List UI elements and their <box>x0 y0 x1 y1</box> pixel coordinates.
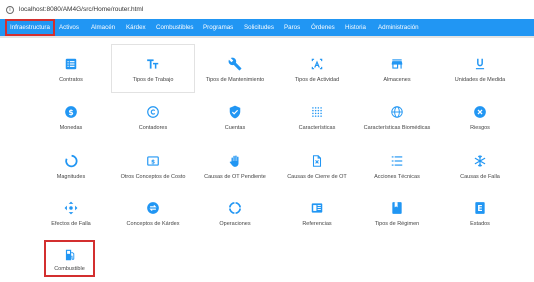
nav-item-solicitudes[interactable]: Solicitudes <box>244 19 274 36</box>
tile-causas-de-ot-pendiente[interactable]: Causas de OT Pendiente <box>193 150 277 190</box>
store-icon <box>355 56 439 72</box>
dots-grid-icon <box>275 104 359 120</box>
cancel-circle-icon <box>438 104 522 120</box>
svg-text:$: $ <box>68 108 73 117</box>
tile-causas-de-cierre-de-ot[interactable]: Causas de Cierre de OT <box>275 150 359 190</box>
svg-text:E: E <box>477 204 482 213</box>
address-bar[interactable]: i localhost:8080/AM4G/src/Home/router.ht… <box>0 0 534 19</box>
document-x-icon <box>275 153 359 169</box>
tile-magnitudes[interactable]: Magnitudes <box>29 150 113 190</box>
navbar-divider <box>0 36 534 38</box>
tile-monedas[interactable]: $ Monedas <box>29 101 113 141</box>
copyright-c-icon <box>111 104 195 120</box>
tile-contratos[interactable]: Contratos <box>29 53 113 93</box>
tile-combustible[interactable]: Combustible <box>44 240 95 277</box>
nav-item-administracion[interactable]: Administración <box>378 19 419 36</box>
tile-caracteristicas[interactable]: Características <box>275 101 359 141</box>
globe-icon <box>355 104 439 120</box>
tile-conceptos-de-kardex[interactable]: Conceptos de Kárdex <box>111 197 195 237</box>
book-open-icon <box>275 200 359 216</box>
wrench-icon <box>193 56 277 72</box>
text-format-icon <box>112 56 194 72</box>
tile-tipos-de-regimen[interactable]: Tipos de Régimen <box>355 197 439 237</box>
url-text[interactable]: localhost:8080/AM4G/src/Home/router.html <box>19 6 143 13</box>
nav-item-combustibles[interactable]: Combustibles <box>156 19 194 36</box>
swap-circle-icon <box>111 200 195 216</box>
progress-circle-icon <box>29 153 113 169</box>
letter-a-frame-icon <box>275 56 359 72</box>
tile-label: Causas de Falla <box>460 174 500 180</box>
bookmark-box-icon <box>355 200 439 216</box>
underline-u-icon <box>438 56 522 72</box>
nav-item-infraestructura[interactable]: Infraestructura <box>5 19 55 36</box>
tile-label: Riesgos <box>470 125 490 131</box>
nav-item-historia[interactable]: Historia <box>345 19 366 36</box>
tile-riesgos[interactable]: Riesgos <box>438 101 522 141</box>
tile-causas-de-falla[interactable]: Causas de Falla <box>438 150 522 190</box>
tile-acciones-tecnicas[interactable]: Acciones Técnicas <box>355 150 439 190</box>
tile-unidades-de-medida[interactable]: Unidades de Medida <box>438 53 522 93</box>
circle-arrows-icon <box>193 200 277 216</box>
tile-almacenes[interactable]: Almacenes <box>355 53 439 93</box>
tile-tipos-de-trabajo[interactable]: Tipos de Trabajo <box>111 44 195 93</box>
tile-tipos-de-actividad[interactable]: Tipos de Actividad <box>275 53 359 93</box>
nav-item-ordenes[interactable]: Órdenes <box>311 19 335 36</box>
tile-otros-conceptos-de-costo[interactable]: $ Otros Conceptos de Costo <box>111 150 195 190</box>
letter-e-box-icon: E <box>438 200 522 216</box>
verified-shield-icon <box>193 104 277 120</box>
tile-referencias[interactable]: Referencias <box>275 197 359 237</box>
info-icon[interactable]: i <box>6 5 14 14</box>
fuel-pump-icon <box>46 247 93 263</box>
tile-operaciones[interactable]: Operaciones <box>193 197 277 237</box>
main-navbar: Infraestructura Activos Almacén Kárdex C… <box>0 19 534 36</box>
dollar-box-icon: $ <box>111 153 195 169</box>
tile-cuentas[interactable]: Cuentas <box>193 101 277 141</box>
hand-icon <box>193 153 277 169</box>
tile-label: Estados <box>470 221 490 227</box>
tile-label: Unidades de Medida <box>454 77 506 83</box>
tile-label: Combustible <box>54 266 85 272</box>
tile-contadores[interactable]: Contadores <box>111 101 195 141</box>
nav-item-paros[interactable]: Paros <box>284 19 300 36</box>
snowflake-icon <box>438 153 522 169</box>
list-alt-icon <box>29 56 113 72</box>
format-list-icon <box>355 153 439 169</box>
tile-efectos-de-falla[interactable]: Efectos de Falla <box>29 197 113 237</box>
tile-caracteristicas-biomedicas[interactable]: Características Biomédicas <box>355 101 439 141</box>
dollar-circle-icon: $ <box>29 104 113 120</box>
move-arrows-icon <box>29 200 113 216</box>
nav-item-kardex[interactable]: Kárdex <box>126 19 146 36</box>
tile-estados[interactable]: E Estados <box>438 197 522 237</box>
nav-item-almacen[interactable]: Almacén <box>91 19 115 36</box>
tile-tipos-de-mantenimiento[interactable]: Tipos de Mantenimiento <box>193 53 277 93</box>
nav-item-activos[interactable]: Activos <box>59 19 79 36</box>
nav-item-programas[interactable]: Programas <box>203 19 233 36</box>
svg-text:$: $ <box>151 160 155 166</box>
